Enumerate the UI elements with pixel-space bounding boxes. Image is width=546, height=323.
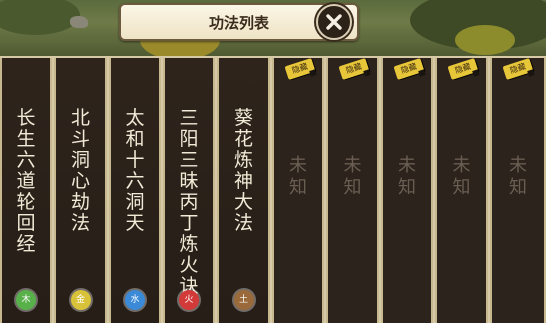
skill-name: 太和十六洞天: [125, 107, 145, 234]
skill-column[interactable]: 太和十六洞天水: [109, 58, 161, 323]
tag-pin-icon: [472, 69, 480, 77]
locked-skill-column[interactable]: 隐藏未知: [490, 58, 546, 323]
element-badge: 木: [16, 290, 36, 310]
element-badge: 金: [70, 290, 91, 310]
skill-column[interactable]: 长生六道轮回经木: [0, 58, 52, 323]
unknown-label: 未知: [509, 155, 527, 198]
bush-decoration: [0, 0, 80, 35]
locked-skill-column[interactable]: 隐藏未知: [272, 58, 324, 323]
unknown-label: 未知: [343, 155, 362, 198]
skill-column[interactable]: 葵花炼神大法土: [217, 58, 270, 323]
skill-name: 北斗洞心劫法: [70, 107, 90, 234]
tag-pin-icon: [527, 69, 535, 77]
element-badge: 水: [125, 290, 145, 310]
skill-column[interactable]: 北斗洞心劫法金: [54, 58, 107, 323]
locked-skill-column[interactable]: 隐藏未知: [326, 58, 379, 323]
skill-list-screen: 长生六道轮回经木北斗洞心劫法金太和十六洞天水三阳三昧丙丁炼火诀火葵花炼神大法土隐…: [0, 0, 546, 323]
skill-column[interactable]: 三阳三昧丙丁炼火诀火: [163, 58, 215, 323]
tag-pin-icon: [309, 69, 317, 77]
bush-decoration: [455, 25, 515, 55]
unknown-label: 未知: [398, 155, 416, 198]
unknown-label: 未知: [452, 155, 471, 198]
skill-name: 长生六道轮回经: [16, 107, 36, 255]
unknown-label: 未知: [289, 155, 307, 198]
element-badge: 火: [179, 290, 199, 310]
locked-skill-column[interactable]: 隐藏未知: [435, 58, 488, 323]
tag-pin-icon: [363, 69, 371, 77]
skill-name: 葵花炼神大法: [233, 107, 253, 234]
element-badge: 土: [233, 290, 254, 310]
tag-pin-icon: [418, 69, 426, 77]
skill-name: 三阳三昧丙丁炼火诀: [179, 107, 199, 297]
close-icon: [326, 14, 342, 30]
close-button[interactable]: [316, 4, 352, 40]
locked-skill-column[interactable]: 隐藏未知: [381, 58, 433, 323]
rock-decoration: [70, 16, 88, 28]
